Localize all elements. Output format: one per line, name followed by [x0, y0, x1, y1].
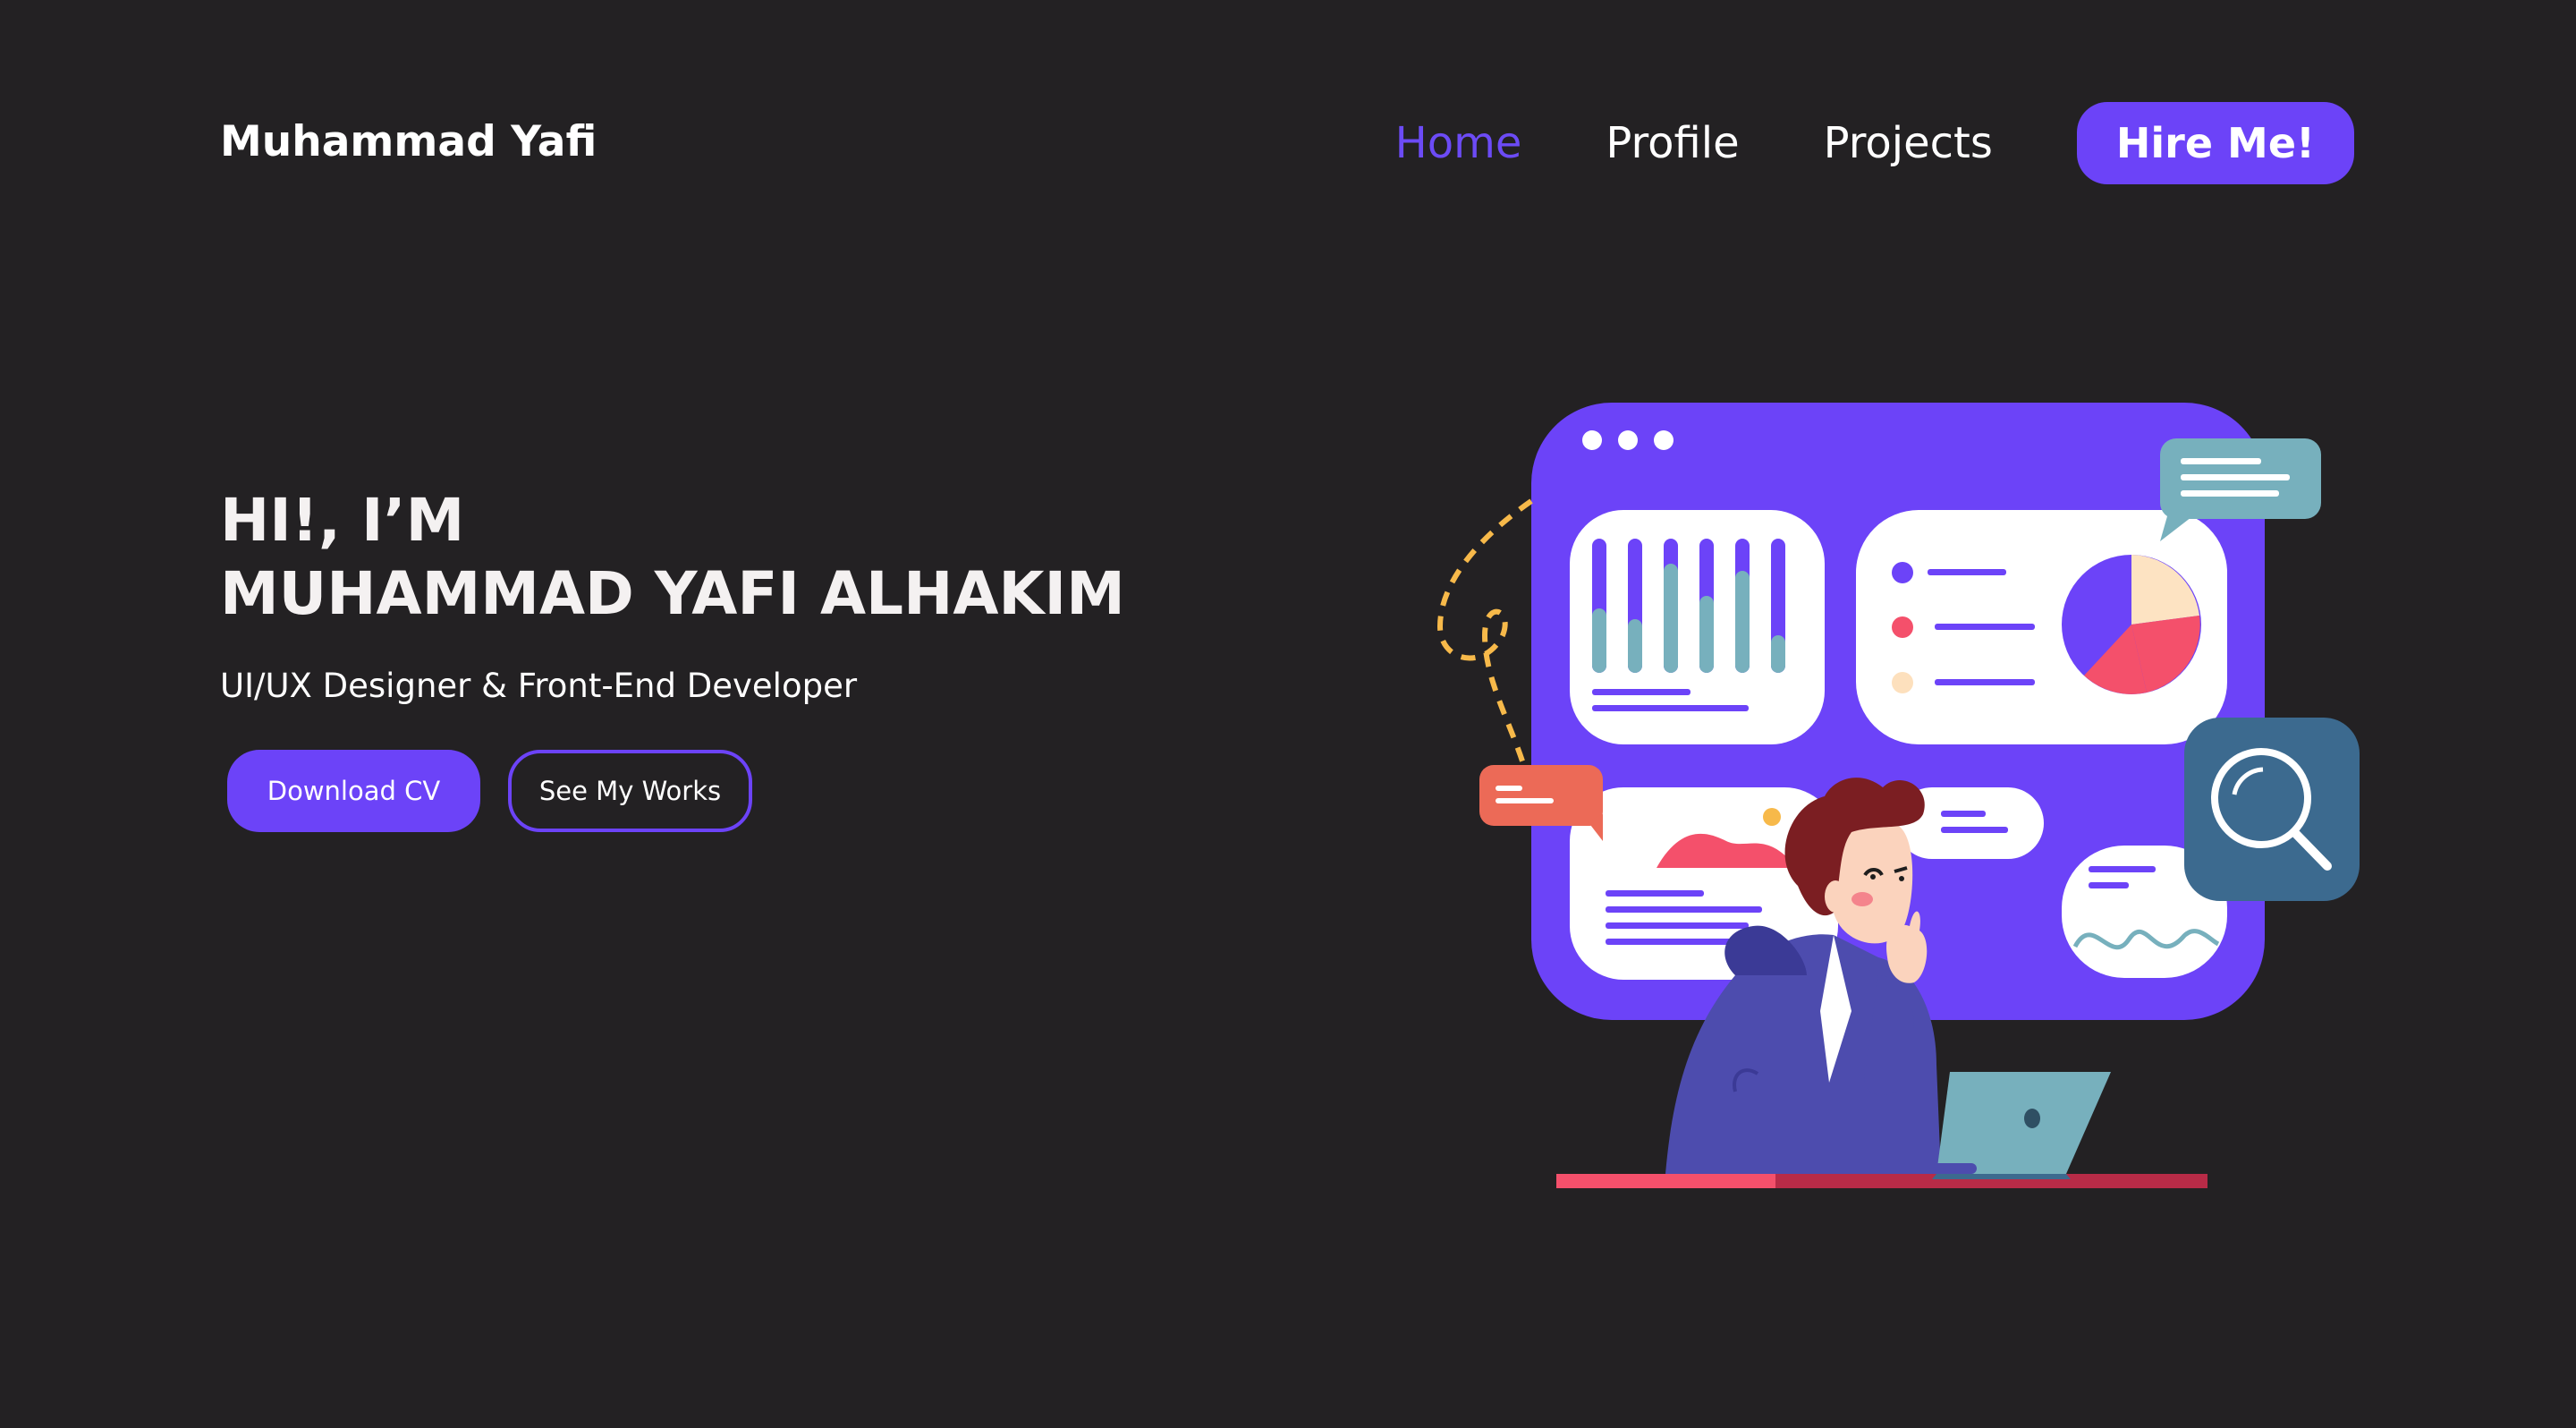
- main-nav: Home Profile Projects Hire Me!: [1395, 102, 2354, 184]
- download-cv-button[interactable]: Download CV: [227, 750, 480, 832]
- bar-chart-icon: [1570, 510, 1825, 744]
- hero-greeting: HI!, I’M: [220, 486, 465, 555]
- landing-page: Muhammad Yafi Home Profile Projects Hire…: [0, 0, 2576, 1428]
- hire-me-button[interactable]: Hire Me!: [2076, 102, 2354, 184]
- nav-link-profile[interactable]: Profile: [1606, 102, 1739, 184]
- brand-logo-text[interactable]: Muhammad Yafi: [220, 116, 597, 168]
- see-my-works-button[interactable]: See My Works: [508, 750, 752, 832]
- hero-illustration: [1436, 403, 2360, 1188]
- hero-name: MUHAMMAD YAFI ALHAKIM: [220, 559, 1125, 628]
- hero-role: UI/UX Designer & Front-End Developer: [220, 667, 858, 705]
- nav-link-home[interactable]: Home: [1395, 102, 1522, 184]
- nav-link-projects[interactable]: Projects: [1824, 102, 1993, 184]
- magnifier-icon: [2184, 718, 2360, 901]
- pie-chart-icon: [1856, 510, 2227, 744]
